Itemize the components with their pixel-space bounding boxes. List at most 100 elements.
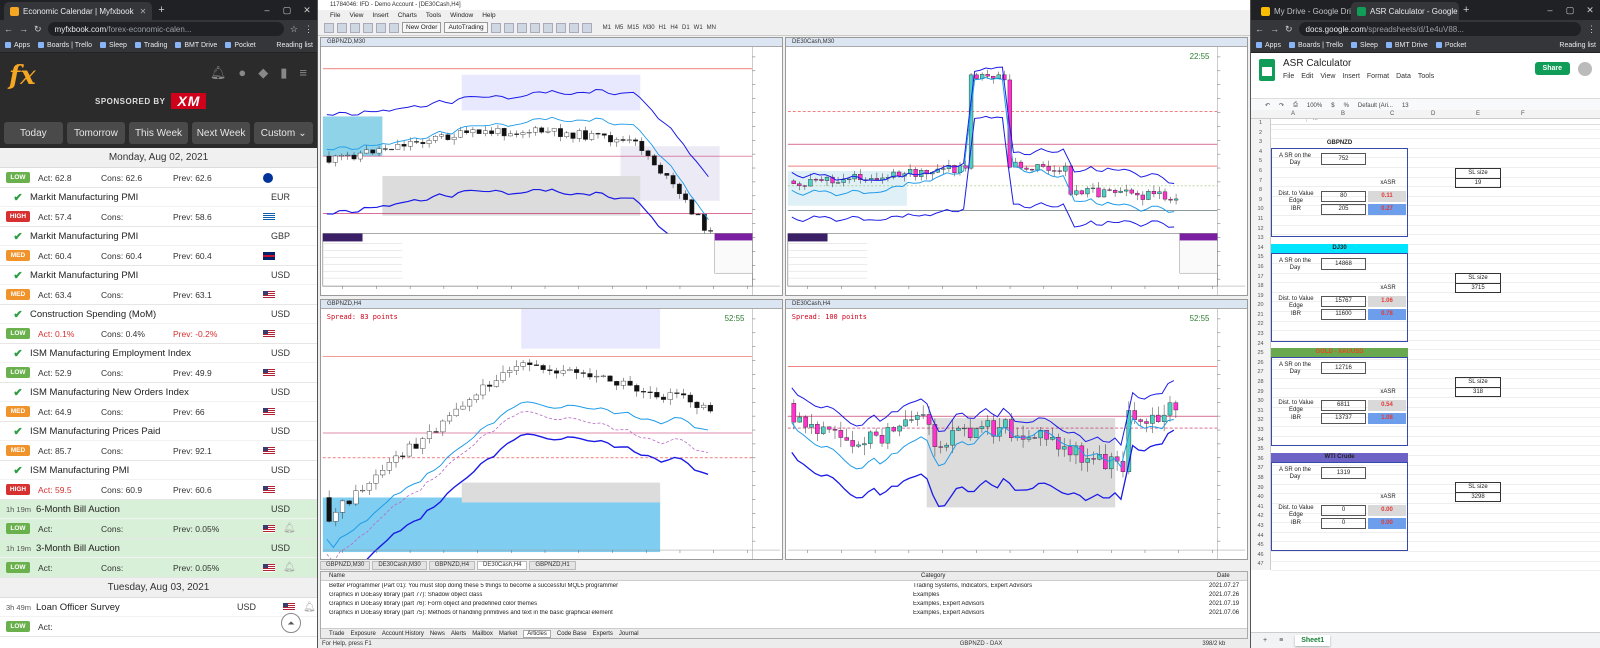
asr-label[interactable]: A SR on the Day xyxy=(1273,360,1317,378)
ibr-xasr[interactable]: 0.27 xyxy=(1368,204,1406,215)
menu-item[interactable]: Help xyxy=(482,12,495,19)
back-icon[interactable]: ← xyxy=(1255,24,1264,34)
timeframe-button[interactable]: M30 xyxy=(641,25,657,31)
chart-tab[interactable]: GBPNZD,H1 xyxy=(529,561,576,570)
sl-label[interactable]: SL size xyxy=(1455,168,1501,178)
asr-value[interactable]: 14868 xyxy=(1321,258,1366,270)
font-select[interactable]: Default (Ari... xyxy=(1358,103,1393,109)
close-window-icon[interactable]: ✕ xyxy=(297,5,317,16)
row-header[interactable]: 7 xyxy=(1251,177,1270,187)
asr-label[interactable]: A SR on the Day xyxy=(1273,465,1317,483)
row-header[interactable]: 10 xyxy=(1251,205,1270,215)
price-chart[interactable] xyxy=(321,47,782,295)
row-header[interactable]: 3 xyxy=(1251,138,1270,148)
row-header[interactable]: 42 xyxy=(1251,512,1270,522)
row-header[interactable]: 37 xyxy=(1251,464,1270,474)
chart-window-gbpnzd-h4[interactable]: GBPNZD,H4 Spread: 83 points 52:55 xyxy=(320,299,783,560)
event-name-row[interactable]: ✔ Markit Manufacturing PMI EUR xyxy=(0,188,317,207)
xasr-label[interactable]: xASR xyxy=(1370,388,1406,397)
article-row[interactable]: Better Programmer (Part 01): You must st… xyxy=(321,581,1247,590)
row-header[interactable]: 23 xyxy=(1251,330,1270,340)
column-header-date[interactable]: Date xyxy=(1209,572,1245,580)
row-header[interactable]: 27 xyxy=(1251,368,1270,378)
sl-value[interactable]: 3715 xyxy=(1455,283,1501,293)
terminal-tab[interactable]: Exposure xyxy=(350,631,375,637)
sl-value[interactable]: 318 xyxy=(1455,387,1501,397)
ibr-label[interactable]: IBR xyxy=(1273,518,1319,528)
scroll-top-button[interactable]: ⏶ xyxy=(281,613,301,633)
menu-item[interactable]: Charts xyxy=(398,12,417,19)
percent-icon[interactable]: % xyxy=(1344,103,1349,109)
tab-tomorrow[interactable]: Tomorrow xyxy=(66,122,126,144)
chart-tab[interactable]: GBPNZD,H4 xyxy=(428,561,476,570)
timeframe-button[interactable]: M5 xyxy=(613,25,625,31)
menu-item[interactable]: Edit xyxy=(1301,73,1313,80)
bell-icon[interactable]: 🔔︎ xyxy=(283,523,297,534)
profiles-icon[interactable] xyxy=(337,22,347,33)
zoom-in-icon[interactable] xyxy=(529,22,540,33)
sl-label[interactable]: SL size xyxy=(1455,482,1501,492)
row-header[interactable]: 5 xyxy=(1251,157,1270,167)
timeframe-button[interactable]: H4 xyxy=(668,25,680,31)
xasr-label[interactable]: xASR xyxy=(1370,493,1406,502)
row-header[interactable]: 44 xyxy=(1251,532,1270,542)
menu-item[interactable]: File xyxy=(330,12,340,19)
bookmark[interactable]: Trading xyxy=(135,42,167,49)
crosshair-icon[interactable] xyxy=(568,22,579,33)
tab-custom[interactable]: Custom ⌄ xyxy=(254,122,313,144)
bell-icon[interactable]: 🔔︎ xyxy=(283,562,297,573)
column-header-category[interactable]: Category xyxy=(913,572,1209,580)
redo-icon[interactable]: ↷ xyxy=(1279,102,1284,109)
menu-item[interactable]: Window xyxy=(450,12,473,19)
row-header[interactable]: 20 xyxy=(1251,301,1270,311)
reload-icon[interactable]: ↻ xyxy=(1285,24,1293,35)
row-header[interactable]: 11 xyxy=(1251,215,1270,225)
row-header[interactable]: 38 xyxy=(1251,474,1270,484)
xasr-label[interactable]: xASR xyxy=(1370,179,1406,188)
column-header[interactable]: A xyxy=(1291,111,1295,117)
font-size-select[interactable]: 13 xyxy=(1402,103,1409,109)
row-header[interactable]: 15 xyxy=(1251,253,1270,263)
chat-icon[interactable]: ◆ xyxy=(258,65,268,81)
row-header[interactable]: 18 xyxy=(1251,282,1270,292)
data-window-icon[interactable] xyxy=(363,22,373,33)
asr-value[interactable]: 1319 xyxy=(1321,467,1366,479)
row-header[interactable]: 4 xyxy=(1251,148,1270,158)
url-field[interactable]: docs.google.com/spreadsheets/d/1e4uV88..… xyxy=(1298,22,1581,36)
close-tab-icon[interactable]: ✕ xyxy=(140,7,147,16)
row-header[interactable]: 39 xyxy=(1251,484,1270,494)
asr-label[interactable]: A SR on the Day xyxy=(1273,151,1317,169)
url-field[interactable]: myfxbook.com/forex-economic-calen... xyxy=(47,22,284,36)
timeframe-button[interactable]: M1 xyxy=(601,25,613,31)
tab-today[interactable]: Today xyxy=(4,122,63,144)
browser-tab-sheets[interactable]: ASR Calculator - Google Sh xyxy=(1351,2,1459,20)
navigator-icon[interactable] xyxy=(376,22,386,33)
row-header[interactable]: 32 xyxy=(1251,416,1270,426)
reading-list[interactable]: Reading list xyxy=(276,42,313,49)
new-chart-icon[interactable] xyxy=(324,22,334,33)
reload-icon[interactable]: ↻ xyxy=(34,24,42,35)
star-icon[interactable]: ☆ xyxy=(290,24,298,35)
chart-tab[interactable]: DE30Cash,H4 xyxy=(477,561,528,570)
menu-item[interactable]: Data xyxy=(1396,73,1411,80)
event-name-row[interactable]: ✔ Construction Spending (MoM) USD xyxy=(0,305,317,324)
bookmark[interactable]: Boards | Trello xyxy=(1289,42,1343,49)
forward-icon[interactable]: → xyxy=(1270,24,1279,34)
trendline-icon[interactable] xyxy=(581,22,592,33)
event-name-row[interactable]: 3h 49m Loan Officer Survey USD 🔔︎ xyxy=(0,598,317,617)
line-chart-icon[interactable] xyxy=(516,22,527,33)
spreadsheet-grid[interactable]: ABCDEF 1 2 3 4 5 6 7 8 9 10 11 12 13 14 15 16 17 18 19 20 21… xyxy=(1251,110,1600,618)
bookmark[interactable]: Sleep xyxy=(100,42,127,49)
tab-next-week[interactable]: Next Week xyxy=(191,122,251,144)
row-header[interactable]: 31 xyxy=(1251,407,1270,417)
timeframe-button[interactable]: M15 xyxy=(625,25,641,31)
row-header[interactable]: 22 xyxy=(1251,320,1270,330)
terminal-tab[interactable]: Mailbox xyxy=(472,631,493,637)
chart-window-de30-m30[interactable]: DE30Cash,M30 22:55 xyxy=(785,37,1248,296)
row-header[interactable]: 36 xyxy=(1251,455,1270,465)
row-header[interactable]: 8 xyxy=(1251,186,1270,196)
terminal-tab[interactable]: Account History xyxy=(382,631,424,637)
dist-value[interactable]: 15767 xyxy=(1321,296,1366,307)
row-header[interactable]: 30 xyxy=(1251,397,1270,407)
add-sheet-icon[interactable]: + xyxy=(1263,637,1267,644)
